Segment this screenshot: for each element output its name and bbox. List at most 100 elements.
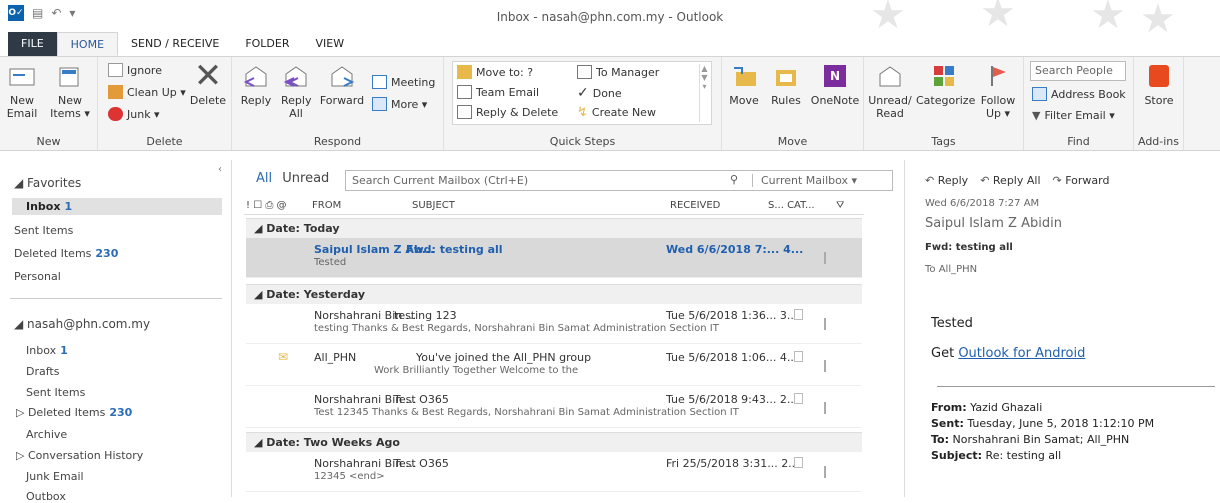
fav-inbox[interactable]: Inbox 1 (12, 198, 222, 215)
collapse-pane-icon[interactable]: ‹ (218, 164, 222, 175)
flag-icon[interactable] (824, 402, 832, 414)
address-book-button[interactable]: Address Book (1032, 87, 1126, 101)
favorites-header[interactable]: ◢ Favorites (0, 176, 81, 190)
col-from[interactable]: FROM (312, 200, 341, 211)
reply-all-icon: ↶ (980, 174, 990, 187)
acc-sent-items[interactable]: Sent Items (26, 386, 85, 399)
group-label: Delete (146, 135, 183, 148)
item-count: 230 (95, 247, 119, 260)
category-checkbox[interactable] (794, 351, 803, 362)
ignore-button[interactable]: Ignore (108, 63, 162, 77)
to-label: To: (931, 433, 949, 446)
col-subject[interactable]: SUBJECT (412, 200, 455, 211)
date-group-today[interactable]: ◢ Date: Today (246, 218, 862, 238)
acc-conversation-history[interactable]: ▷ Conversation History (16, 449, 143, 462)
store-button[interactable]: Store (1138, 61, 1180, 107)
outlook-android-link[interactable]: Outlook for Android (958, 346, 1085, 361)
search-icon[interactable]: ⚲ (730, 173, 738, 186)
acc-archive[interactable]: Archive (26, 428, 67, 441)
unread-read-button[interactable]: Unread/ Read (868, 61, 912, 120)
search-people-input[interactable]: Search People (1030, 61, 1126, 81)
more-button[interactable]: More ▾ (372, 97, 427, 111)
filter-all[interactable]: All (256, 171, 272, 186)
flag-icon[interactable] (824, 466, 832, 478)
reading-forward-button[interactable]: ↷ Forward (1053, 174, 1110, 187)
tab-view[interactable]: VIEW (303, 32, 358, 56)
flag-icon[interactable] (824, 318, 832, 330)
category-checkbox[interactable] (794, 309, 803, 320)
flag-icon[interactable] (824, 360, 832, 372)
follow-up-button[interactable]: Follow Up ▾ (976, 61, 1020, 120)
onenote-button[interactable]: N OneNote (808, 61, 862, 107)
new-items-button[interactable]: New Items ▾ (46, 61, 94, 120)
column-header: ! ☐ ⎙ @ FROM SUBJECT RECEIVED S... CAT..… (244, 197, 864, 215)
meeting-button[interactable]: Meeting (372, 75, 435, 89)
unread-read-label: Unread/ Read (868, 94, 912, 120)
search-scope[interactable]: Current Mailbox ▾ (752, 174, 857, 187)
list-item[interactable]: Norshahrani Bin ... Test O365 Tue 5/6/20… (246, 388, 862, 428)
reading-reply-button[interactable]: ↶ Reply (925, 174, 968, 187)
acc-drafts[interactable]: Drafts (26, 365, 59, 378)
acc-junk-email[interactable]: Junk Email (26, 470, 84, 483)
junk-button[interactable]: Junk ▾ (108, 107, 160, 121)
body-line-get-outlook: Get Outlook for Android (931, 346, 1085, 361)
folder-label: Junk Email (26, 470, 84, 483)
cleanup-button[interactable]: Clean Up ▾ (108, 85, 186, 99)
forward-icon: ↷ (1052, 174, 1062, 187)
fav-sent-items[interactable]: Sent Items (0, 224, 73, 237)
msg-received: Wed 6/6/2018 7:... 4... (666, 243, 804, 256)
category-checkbox[interactable] (794, 457, 803, 468)
delete-button[interactable]: ✕ Delete (188, 59, 228, 107)
filter-email-button[interactable]: ▼ Filter Email ▾ (1032, 109, 1115, 122)
new-email-button[interactable]: New Email (2, 61, 42, 120)
more-label: More ▾ (391, 97, 428, 111)
fav-deleted-items[interactable]: Deleted Items 230 (0, 247, 118, 260)
forward-button[interactable]: Forward (318, 61, 366, 107)
date-group-two-weeks-ago[interactable]: ◢ Date: Two Weeks Ago (246, 432, 862, 452)
ribbon: New Email New Items ▾ New Ignore Clean U… (0, 56, 1220, 151)
col-icons[interactable]: ! ☐ ⎙ @ (246, 200, 287, 211)
msg-received: Tue 5/6/2018 9:43... 2... (666, 393, 798, 406)
categorize-button[interactable]: Categorize (916, 61, 975, 107)
new-email-label: New Email (6, 94, 38, 120)
envelope-open-icon (874, 61, 906, 91)
account-header[interactable]: ◢ nasah@phn.com.my (0, 317, 150, 331)
list-item[interactable]: ✉ All_PHN You've joined the All_PHN grou… (246, 346, 862, 386)
filter-unread[interactable]: Unread (282, 171, 329, 186)
reply-all-button[interactable]: Reply All (278, 61, 314, 120)
move-button[interactable]: Move (724, 61, 764, 107)
folder-label: Personal (14, 270, 61, 283)
tab-folder[interactable]: FOLDER (232, 32, 302, 56)
list-item[interactable]: Norshahrani Bin ... Test O365 Fri 25/5/2… (246, 452, 862, 492)
acc-deleted-items[interactable]: ▷ Deleted Items 230 (16, 406, 132, 419)
create-new-button[interactable]: ↯ Create New (577, 105, 656, 120)
tab-file[interactable]: FILE (8, 32, 57, 56)
msg-subject: Test O365 (394, 393, 449, 406)
list-item[interactable]: Saipul Islam Z Ab... Fwd: testing all We… (246, 238, 862, 278)
col-flag[interactable]: ⛛ (836, 200, 844, 211)
reading-reply-all-button[interactable]: ↶ Reply All (980, 174, 1040, 187)
done-button[interactable]: ✓ Done (577, 85, 622, 101)
tab-home[interactable]: HOME (56, 32, 119, 56)
col-received[interactable]: RECEIVED (670, 200, 720, 211)
list-item[interactable]: Norshahrani Bin ... testing 123 Tue 5/6/… (246, 304, 862, 344)
category-checkbox[interactable] (794, 393, 803, 404)
gallery-scroll[interactable]: ▲ ▼ ▾ (699, 64, 709, 122)
flag-icon[interactable] (824, 252, 832, 264)
reply-all-icon (280, 61, 312, 91)
tab-send-receive[interactable]: SEND / RECEIVE (118, 32, 232, 56)
acc-inbox[interactable]: Inbox 1 (26, 344, 68, 357)
team-email-button[interactable]: Team Email (457, 85, 539, 99)
move-to-button[interactable]: Move to: ? (457, 65, 533, 79)
message-date: Wed 6/6/2018 7:27 AM (925, 198, 1040, 209)
col-size-category[interactable]: S... CAT... (768, 200, 815, 211)
date-group-yesterday[interactable]: ◢ Date: Yesterday (246, 284, 862, 304)
reply-delete-button[interactable]: Reply & Delete (457, 105, 558, 119)
more-icon (372, 97, 387, 111)
item-count: 230 (109, 406, 133, 419)
search-mailbox-input[interactable]: Search Current Mailbox (Ctrl+E) ⚲ Curren… (345, 170, 893, 191)
reply-button[interactable]: Reply (238, 61, 274, 107)
rules-button[interactable]: Rules (766, 61, 806, 107)
to-manager-button[interactable]: To Manager (577, 65, 659, 79)
fav-personal[interactable]: Personal (0, 270, 61, 283)
